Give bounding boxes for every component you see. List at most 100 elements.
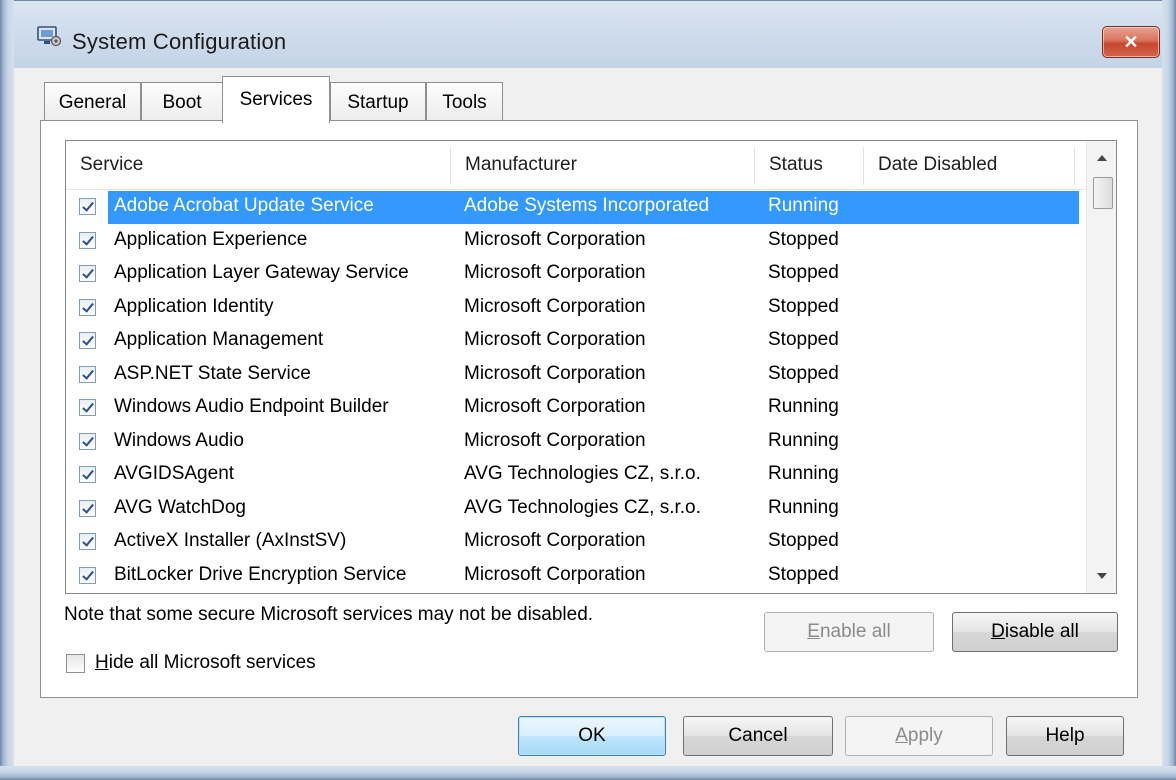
tab-startup[interactable]: Startup	[330, 82, 426, 122]
column-header-status-label: Status	[769, 154, 823, 175]
service-name: AVG WatchDog	[114, 496, 246, 518]
enable-all-label: nable all	[819, 621, 891, 642]
service-checkbox[interactable]	[79, 298, 96, 316]
service-name: Application Management	[114, 329, 324, 350]
help-label: Help	[1045, 725, 1085, 746]
service-row[interactable]: Windows Audio Microsoft Corporation Runnin…	[66, 426, 1086, 459]
service-manufacturer: AVG Technologies CZ, s.r.o.	[464, 463, 701, 484]
secure-services-note: Note that some secure Microsoft services…	[64, 604, 594, 625]
service-checkbox[interactable]	[79, 265, 96, 282]
hide-microsoft-services-accel: H	[95, 652, 109, 673]
service-manufacturer: Adobe Systems Incorporated	[464, 195, 710, 216]
service-name: Adobe Acrobat Update Service	[114, 195, 374, 216]
service-checkbox[interactable]	[79, 231, 96, 249]
service-row[interactable]: AVGIDSAgent AVG Technologies CZ, s.r.o. Ru…	[66, 459, 1086, 492]
service-manufacturer: Microsoft Corporation	[464, 262, 646, 283]
tab-tools-label: Tools	[442, 91, 487, 113]
service-checkbox[interactable]	[79, 432, 96, 450]
list-header: Service Manufacturer Status Date Disable…	[66, 141, 1086, 190]
service-name: ASP.NET State Service	[114, 362, 311, 384]
service-status: Stopped	[768, 563, 839, 585]
service-manufacturer: Microsoft Corporation	[464, 563, 646, 585]
service-checkbox[interactable]	[79, 198, 96, 215]
service-name: Windows Audio Endpoint Builder	[114, 396, 389, 417]
service-checkbox[interactable]	[79, 365, 96, 383]
cancel-button[interactable]: Cancel	[683, 716, 833, 756]
scroll-up-arrow[interactable]	[1087, 141, 1116, 175]
column-header-date-disabled-label: Date Disabled	[878, 154, 998, 175]
tab-general-label: General	[58, 91, 127, 113]
service-manufacturer: Microsoft Corporation	[464, 429, 646, 451]
ok-button[interactable]: OK	[518, 716, 666, 756]
apply-label: pply	[907, 725, 943, 746]
triangle-up-icon	[1097, 155, 1107, 161]
service-name: Windows Audio	[114, 429, 244, 451]
service-row[interactable]: ASP.NET State Service Microsoft Corporati…	[66, 359, 1086, 392]
window-frame-bottom	[0, 766, 1176, 780]
service-manufacturer: AVG Technologies CZ, s.r.o.	[464, 496, 701, 518]
apply-accel: A	[895, 725, 908, 746]
disable-all-accel: D	[991, 621, 1005, 642]
service-name: Application Experience	[114, 228, 308, 250]
service-status: Stopped	[768, 295, 839, 317]
scrollbar-thumb[interactable]	[1093, 177, 1113, 209]
hide-microsoft-services-checkbox[interactable]	[66, 653, 85, 673]
service-checkbox[interactable]	[79, 499, 96, 517]
service-manufacturer: Microsoft Corporation	[464, 295, 646, 317]
window-frame-right	[1162, 0, 1176, 780]
tab-general[interactable]: General	[44, 82, 141, 122]
apply-button[interactable]: Apply	[845, 716, 993, 756]
service-status: Stopped	[768, 329, 839, 350]
service-manufacturer: Microsoft Corporation	[464, 530, 646, 551]
service-status: Running	[768, 396, 839, 417]
column-header-service[interactable]: Service	[66, 141, 450, 189]
triangle-down-icon	[1097, 573, 1107, 579]
service-checkbox[interactable]	[79, 533, 96, 550]
column-separator[interactable]	[1074, 147, 1075, 185]
help-button[interactable]: Help	[1006, 716, 1124, 756]
column-header-manufacturer[interactable]: Manufacturer	[451, 141, 754, 189]
service-row[interactable]: ActiveX Installer (AxInstSV) Microsoft Co…	[66, 526, 1086, 559]
service-row[interactable]: Application Experience Microsoft Corporat…	[66, 225, 1086, 258]
service-status: Running	[768, 463, 839, 484]
hide-microsoft-services-label[interactable]: Hide all Microsoft services	[95, 652, 316, 674]
service-row[interactable]: Application Layer Gateway Service Microso…	[66, 258, 1086, 291]
enable-all-accel: E	[807, 621, 820, 642]
enable-all-button[interactable]: Enable all	[764, 612, 934, 652]
service-status: Running	[768, 496, 839, 518]
system-configuration-icon	[37, 26, 62, 47]
scroll-down-arrow[interactable]	[1087, 559, 1116, 593]
service-checkbox[interactable]	[79, 466, 96, 483]
service-checkbox[interactable]	[79, 399, 96, 416]
services-list[interactable]: Service Manufacturer Status Date Disable…	[65, 140, 1117, 594]
hide-microsoft-services-row[interactable]: Hide all Microsoft services	[66, 652, 316, 674]
tab-boot-label: Boot	[162, 91, 202, 113]
service-manufacturer: Microsoft Corporation	[464, 396, 646, 417]
column-header-status[interactable]: Status	[755, 141, 863, 189]
tab-tools[interactable]: Tools	[426, 82, 503, 122]
column-header-date-disabled[interactable]: Date Disabled	[864, 141, 1074, 189]
disable-all-button[interactable]: Disable all	[952, 612, 1118, 652]
service-row[interactable]: Windows Audio Endpoint Builder Microsoft …	[66, 392, 1086, 425]
service-row[interactable]: Application Management Microsoft Corporat…	[66, 325, 1086, 358]
service-row[interactable]: Application Identity Microsoft Corporatio…	[66, 292, 1086, 325]
title-bar[interactable]: System Configuration ✕	[0, 0, 1176, 68]
service-name: ActiveX Installer (AxInstSV)	[114, 530, 347, 551]
service-row[interactable]: Adobe Acrobat Update Service Adobe System…	[66, 191, 1086, 224]
close-button[interactable]: ✕	[1102, 26, 1160, 58]
service-row[interactable]: AVG WatchDog AVG Technologies CZ, s.r.o. R…	[66, 493, 1086, 526]
service-row[interactable]: BitLocker Drive Encryption Service Micros…	[66, 560, 1086, 593]
tab-startup-label: Startup	[347, 91, 409, 113]
service-status: Stopped	[768, 530, 839, 551]
ok-label: OK	[578, 725, 606, 746]
vertical-scrollbar[interactable]	[1086, 141, 1116, 593]
service-name: Application Layer Gateway Service	[114, 262, 409, 283]
service-checkbox[interactable]	[79, 332, 96, 349]
tab-services[interactable]: Services	[222, 76, 330, 123]
service-checkbox[interactable]	[79, 566, 96, 584]
service-name: Application Identity	[114, 295, 274, 317]
disable-all-label: isable all	[1004, 621, 1079, 642]
tab-boot[interactable]: Boot	[141, 82, 223, 122]
close-icon: ✕	[1123, 31, 1139, 52]
column-header-manufacturer-label: Manufacturer	[465, 154, 577, 175]
